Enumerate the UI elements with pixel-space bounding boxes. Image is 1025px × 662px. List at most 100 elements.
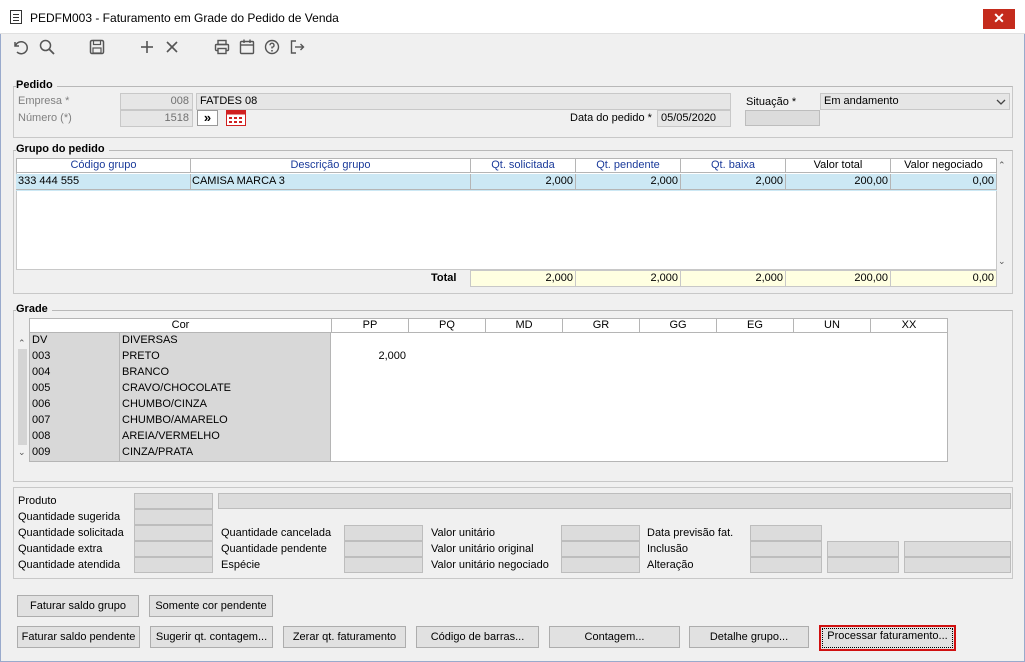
grade-cell-pp[interactable] bbox=[331, 365, 409, 382]
col-size-eg[interactable]: EG bbox=[716, 318, 794, 333]
grade-cell-gg[interactable] bbox=[639, 397, 717, 414]
col-size-gr[interactable]: GR bbox=[562, 318, 640, 333]
grade-cell-pp[interactable] bbox=[331, 429, 409, 446]
codigo-de-barras-button[interactable]: Código de barras... bbox=[416, 626, 539, 648]
undo-icon[interactable] bbox=[10, 38, 30, 58]
grade-cell-gr[interactable] bbox=[562, 413, 640, 430]
grade-cell-xx[interactable] bbox=[870, 397, 948, 414]
grade-cell-un[interactable] bbox=[793, 429, 871, 446]
grade-cell-eg[interactable] bbox=[716, 429, 794, 446]
grade-cell-pp[interactable]: 2,000 bbox=[331, 349, 409, 366]
empresa-code-field[interactable]: 008 bbox=[120, 93, 193, 110]
grade-cell-md[interactable] bbox=[485, 445, 563, 462]
grade-cell-xx[interactable] bbox=[870, 349, 948, 366]
grade-cell-xx[interactable] bbox=[870, 381, 948, 398]
col-size-xx[interactable]: XX bbox=[870, 318, 948, 333]
grade-cell-md[interactable] bbox=[485, 349, 563, 366]
calendar-icon[interactable] bbox=[237, 38, 257, 58]
grade-cell-md[interactable] bbox=[485, 413, 563, 430]
faturar-saldo-grupo-button[interactable]: Faturar saldo grupo bbox=[17, 595, 139, 617]
processar-faturamento-button[interactable]: Processar faturamento... bbox=[819, 625, 956, 651]
print-icon[interactable] bbox=[212, 38, 232, 58]
grade-cell-pp[interactable] bbox=[331, 397, 409, 414]
grade-cell-md[interactable] bbox=[485, 365, 563, 382]
search-icon[interactable] bbox=[37, 38, 57, 58]
grade-cell-xx[interactable] bbox=[870, 333, 948, 350]
col-size-un[interactable]: UN bbox=[793, 318, 871, 333]
col-descricao-grupo[interactable]: Descrição grupo bbox=[190, 158, 471, 173]
grade-cell-eg[interactable] bbox=[716, 349, 794, 366]
grade-cell-md[interactable] bbox=[485, 381, 563, 398]
grade-cell-un[interactable] bbox=[793, 349, 871, 366]
close-button[interactable]: ✕ bbox=[983, 9, 1015, 29]
help-icon[interactable] bbox=[262, 38, 282, 58]
col-cor[interactable]: Cor bbox=[29, 318, 332, 333]
grade-cell-pq[interactable] bbox=[408, 397, 486, 414]
chevron-down-icon[interactable] bbox=[994, 95, 1008, 109]
col-size-md[interactable]: MD bbox=[485, 318, 563, 333]
grade-cell-gr[interactable] bbox=[562, 365, 640, 382]
grade-cell-eg[interactable] bbox=[716, 381, 794, 398]
grade-cell-pq[interactable] bbox=[408, 349, 486, 366]
zerar-qt-faturamento-button[interactable]: Zerar qt. faturamento bbox=[283, 626, 406, 648]
grade-cell-un[interactable] bbox=[793, 397, 871, 414]
col-size-gg[interactable]: GG bbox=[639, 318, 717, 333]
somente-cor-pendente-button[interactable]: Somente cor pendente bbox=[149, 595, 273, 617]
grade-cell-gr[interactable] bbox=[562, 333, 640, 350]
grade-cell-gg[interactable] bbox=[639, 413, 717, 430]
grade-cell-gg[interactable] bbox=[639, 445, 717, 462]
grade-cell-pp[interactable] bbox=[331, 333, 409, 350]
grade-cell-un[interactable] bbox=[793, 381, 871, 398]
grade-cell-eg[interactable] bbox=[716, 365, 794, 382]
grade-cell-pq[interactable] bbox=[408, 381, 486, 398]
col-qt-pendente[interactable]: Qt. pendente bbox=[575, 158, 681, 173]
grade-cell-un[interactable] bbox=[793, 445, 871, 462]
grade-cell-xx[interactable] bbox=[870, 429, 948, 446]
grade-scroll-down-icon[interactable]: ⌄ bbox=[18, 447, 26, 458]
grade-cell-gr[interactable] bbox=[562, 445, 640, 462]
col-valor-total[interactable]: Valor total bbox=[785, 158, 891, 173]
grade-cell-md[interactable] bbox=[485, 333, 563, 350]
numero-field[interactable]: 1518 bbox=[120, 110, 193, 127]
grade-cell-pq[interactable] bbox=[408, 365, 486, 382]
grade-cell-un[interactable] bbox=[793, 333, 871, 350]
grade-cell-pp[interactable] bbox=[331, 381, 409, 398]
grade-cell-eg[interactable] bbox=[716, 413, 794, 430]
grade-cell-gg[interactable] bbox=[639, 349, 717, 366]
delete-icon[interactable] bbox=[162, 38, 182, 58]
detalhe-grupo-button[interactable]: Detalhe grupo... bbox=[689, 626, 809, 648]
contagem-button[interactable]: Contagem... bbox=[549, 626, 680, 648]
grade-cell-xx[interactable] bbox=[870, 413, 948, 430]
grade-cell-gg[interactable] bbox=[639, 381, 717, 398]
col-qt-baixa[interactable]: Qt. baixa bbox=[680, 158, 786, 173]
go-button[interactable]: » bbox=[197, 110, 218, 126]
faturar-saldo-pendente-button[interactable]: Faturar saldo pendente bbox=[17, 626, 140, 648]
col-size-pq[interactable]: PQ bbox=[408, 318, 486, 333]
grade-scroll-thumb[interactable] bbox=[18, 349, 27, 445]
grade-scroll-up-icon[interactable]: ⌃ bbox=[18, 338, 26, 349]
col-codigo-grupo[interactable]: Código grupo bbox=[16, 158, 191, 173]
sugerir-qt-contagem-button[interactable]: Sugerir qt. contagem... bbox=[150, 626, 273, 648]
grade-cell-pp[interactable] bbox=[331, 445, 409, 462]
grade-cell-xx[interactable] bbox=[870, 445, 948, 462]
grade-cell-pq[interactable] bbox=[408, 429, 486, 446]
grade-cell-md[interactable] bbox=[485, 429, 563, 446]
grade-cell-gr[interactable] bbox=[562, 429, 640, 446]
exit-icon[interactable] bbox=[287, 38, 307, 58]
col-size-pp[interactable]: PP bbox=[331, 318, 409, 333]
grade-cell-pq[interactable] bbox=[408, 445, 486, 462]
grade-cell-eg[interactable] bbox=[716, 397, 794, 414]
grade-cell-gg[interactable] bbox=[639, 429, 717, 446]
grade-cell-gr[interactable] bbox=[562, 349, 640, 366]
grade-cell-pq[interactable] bbox=[408, 413, 486, 430]
add-icon[interactable] bbox=[137, 38, 157, 58]
grade-cell-gr[interactable] bbox=[562, 397, 640, 414]
grade-cell-gg[interactable] bbox=[639, 365, 717, 382]
grade-cell-gr[interactable] bbox=[562, 381, 640, 398]
col-valor-negociado[interactable]: Valor negociado bbox=[890, 158, 997, 173]
grade-cell-eg[interactable] bbox=[716, 445, 794, 462]
save-icon[interactable] bbox=[87, 38, 107, 58]
scroll-down-icon[interactable]: ⌄ bbox=[998, 256, 1006, 267]
grade-cell-un[interactable] bbox=[793, 413, 871, 430]
grade-cell-gg[interactable] bbox=[639, 333, 717, 350]
